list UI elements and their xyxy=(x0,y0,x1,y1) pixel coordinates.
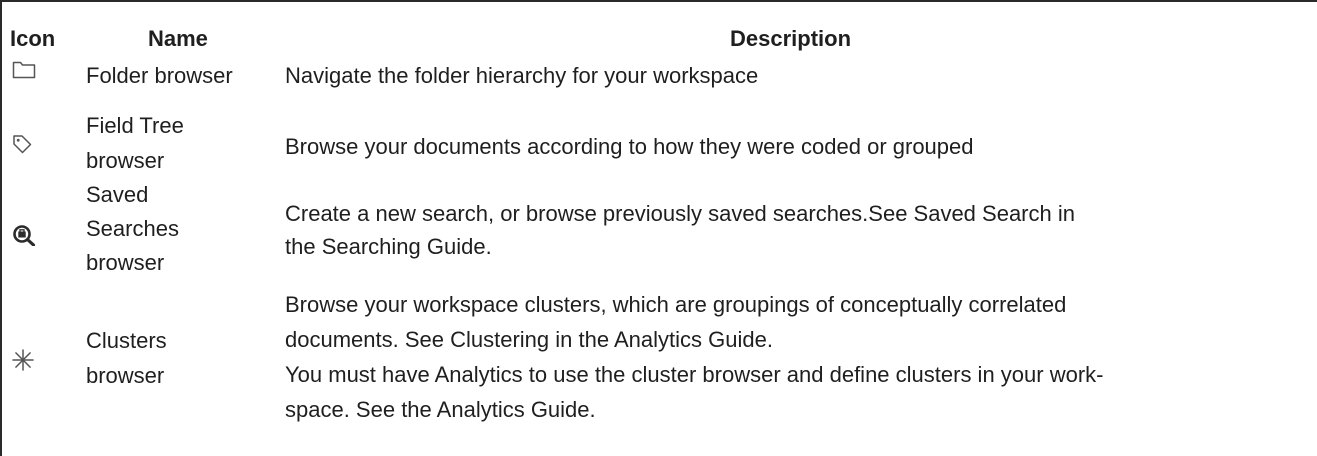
row-description-line: You must have Analytics to use the clust… xyxy=(285,362,1104,387)
row-name-line: browser xyxy=(86,250,165,275)
row-description-line: Create a new search, or browse previousl… xyxy=(285,201,1075,226)
header-icon: Icon xyxy=(10,26,56,51)
folder-icon xyxy=(12,59,36,79)
cluster-icon xyxy=(11,348,35,372)
row-name-line: browser xyxy=(86,363,165,388)
row-name-line: Saved xyxy=(86,182,149,207)
row-description-line: the Searching Guide. xyxy=(285,234,492,259)
saved-search-icon xyxy=(12,224,38,246)
header-name: Name xyxy=(148,26,208,51)
row-description-line: space. See the Analytics Guide. xyxy=(285,397,596,422)
header-description: Description xyxy=(730,26,852,51)
row-name-line: Clusters xyxy=(86,328,167,353)
row-description-line: documents. See Clustering in the Analyti… xyxy=(285,327,773,352)
tag-icon xyxy=(11,133,33,155)
row-name-line: Field Tree xyxy=(86,113,184,138)
row-description: Browse your documents according to how t… xyxy=(285,134,974,159)
row-name-line: browser xyxy=(86,148,165,173)
row-description: Navigate the folder hierarchy for your w… xyxy=(285,63,759,88)
row-name-line: Searches xyxy=(86,216,179,241)
row-name: Folder browser xyxy=(86,63,233,88)
row-description-line: Browse your workspace clusters, which ar… xyxy=(285,292,1067,317)
